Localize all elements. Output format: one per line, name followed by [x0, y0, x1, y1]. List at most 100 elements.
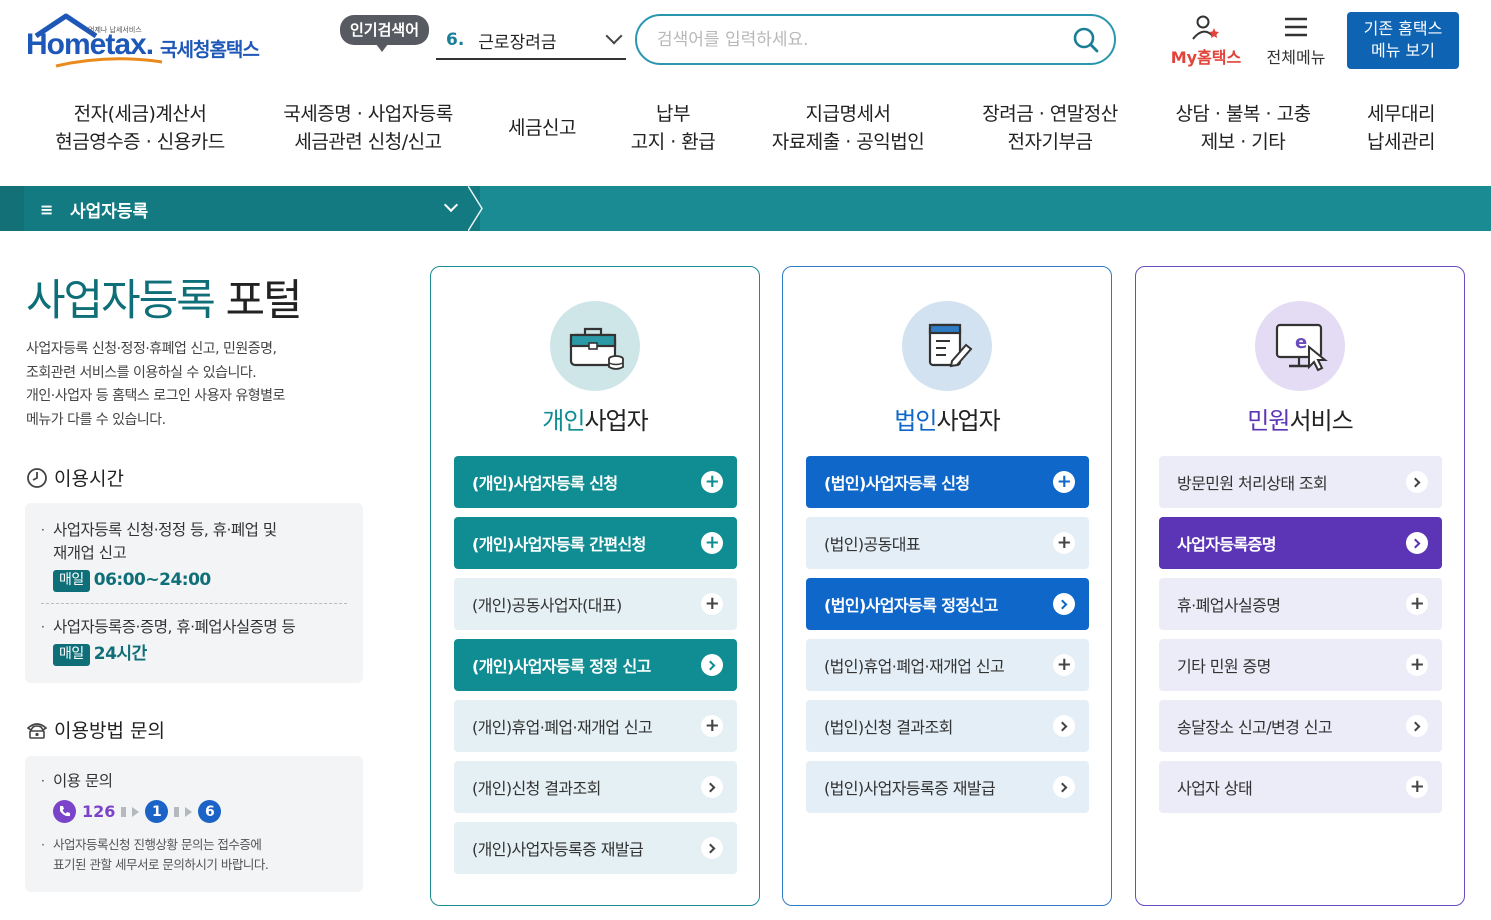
card-item-label: (법인)사업자등록 정정신고: [824, 596, 998, 615]
card-item-button[interactable]: (법인)사업자등록증 재발급: [806, 761, 1089, 813]
card-item-button[interactable]: (법인)사업자등록 신청 +: [806, 456, 1089, 508]
card-title-accent: 법인: [894, 407, 937, 435]
telephone-icon: [26, 722, 48, 739]
arrow-stem-icon: [174, 806, 180, 817]
nav-item-incentive[interactable]: 장려금 · 연말정산 전자기부금: [972, 100, 1128, 156]
hours-item-1-line1: 사업자등록 신청·정정 등, 휴·폐업 및: [53, 521, 277, 539]
chevron-right-icon: [1406, 532, 1428, 554]
old-menu-button[interactable]: 기존 홈택스 메뉴 보기: [1347, 12, 1459, 69]
note-line: 사업자등록신청 진행상황 문의는 접수증에: [53, 837, 262, 852]
logo-korean-name: 국세청홈택스: [160, 39, 260, 61]
nav-item-counsel[interactable]: 상담 · 불복 · 고충 제보 · 기타: [1164, 100, 1322, 156]
card-item-label: (개인)사업자등록 신청: [472, 474, 618, 493]
briefcase-icon: [550, 301, 640, 391]
card-item-label: 기타 민원 증명: [1177, 657, 1271, 676]
page-description: 사업자등록 신청·정정·휴폐업 신고, 민원증명, 조회관련 서비스를 이용하실…: [26, 338, 366, 432]
step-2-circle: 6: [198, 800, 222, 823]
plus-icon: +: [1053, 471, 1075, 493]
card-title: 민원서비스: [1136, 401, 1464, 436]
card-item-button[interactable]: (개인)사업자등록 간편신청 +: [454, 517, 737, 569]
all-menu-button[interactable]: 전체메뉴: [1259, 14, 1333, 68]
old-menu-line2: 메뉴 보기: [1371, 41, 1435, 60]
phone-icon: [53, 800, 76, 823]
user-star-icon: [1192, 15, 1219, 40]
card-item-label: 휴·폐업사실증명: [1177, 596, 1281, 615]
nav-item-agent[interactable]: 세무대리 납세관리: [1356, 100, 1446, 156]
chevron-right-icon: [701, 654, 723, 676]
card-item-button[interactable]: 방문민원 처리상태 조회: [1159, 456, 1442, 508]
old-menu-line1: 기존 홈택스: [1363, 19, 1443, 38]
plus-icon: +: [701, 715, 723, 737]
search-box: [635, 14, 1116, 65]
card-item-label: (법인)공동대표: [824, 535, 921, 554]
card-item-label: (개인)사업자등록 간편신청: [472, 535, 646, 554]
card-item-button[interactable]: (개인)사업자등록증 재발급: [454, 822, 737, 874]
inquiry-note: · 사업자등록신청 진행상황 문의는 접수증에 표기된 관할 세무서로 문의하시…: [41, 835, 269, 875]
card-item-button[interactable]: (개인)휴업·폐업·재개업 신고 +: [454, 700, 737, 752]
card-civil-service: e 민원서비스 방문민원 처리상태 조회 사업자등록증명 휴·폐업사실증명 + 기타 민…: [1135, 266, 1465, 906]
card-item-button[interactable]: 송달장소 신고/변경 신고: [1159, 700, 1442, 752]
card-title-accent: 개인: [542, 407, 585, 435]
card-item-button[interactable]: 휴·폐업사실증명 +: [1159, 578, 1442, 630]
card-item-label: (개인)공동사업자(대표): [472, 596, 622, 615]
chevron-right-icon: [1053, 715, 1075, 737]
page-title: 사업자등록 포털: [26, 266, 303, 328]
chevron-right-icon: [701, 776, 723, 798]
nav-item-payment[interactable]: 납부 고지 · 환급: [622, 100, 724, 156]
chevron-down-icon: [605, 27, 623, 45]
hometax-logo[interactable]: 언제나 납세서비스 Hometax. 국세청홈택스: [26, 12, 271, 70]
popular-term: 근로장려금: [478, 32, 557, 53]
inquiry-number: 126: [82, 802, 116, 821]
card-title: 법인사업자: [783, 401, 1111, 436]
hours-title: 이용시간: [54, 468, 124, 490]
card-item-button[interactable]: (개인)공동사업자(대표) +: [454, 578, 737, 630]
hours-box: · 사업자등록 신청·정정 등, 휴·폐업 및 재개업 신고 매일 06:00~2…: [25, 503, 363, 683]
all-menu-label: 전체메뉴: [1266, 48, 1326, 67]
card-item-label: 송달장소 신고/변경 신고: [1177, 718, 1333, 737]
logo-swoosh-icon: [55, 57, 163, 68]
card-item-label: (법인)휴업·폐업·재개업 신고: [824, 657, 1005, 676]
card-item-label: (법인)사업자등록 신청: [824, 474, 970, 493]
card-item-label: 사업자 상태: [1177, 779, 1253, 798]
my-hometax-label: My홈택스: [1170, 48, 1242, 67]
card-item-button[interactable]: (법인)신청 결과조회: [806, 700, 1089, 752]
plus-icon: +: [1406, 776, 1428, 798]
card-title: 개인사업자: [431, 401, 759, 436]
my-hometax-button[interactable]: My홈택스: [1166, 14, 1246, 68]
card-item-button[interactable]: (개인)신청 결과조회: [454, 761, 737, 813]
search-input[interactable]: [657, 28, 1057, 52]
plus-icon: +: [701, 532, 723, 554]
daily-badge: 매일: [53, 569, 90, 592]
nav-item-payment-statement[interactable]: 지급명세서 자료제출 · 공익법인: [764, 100, 932, 156]
card-item-button[interactable]: 사업자등록증명: [1159, 517, 1442, 569]
search-icon[interactable]: [1072, 26, 1100, 54]
computer-cursor-icon: e: [1255, 301, 1345, 391]
nav-item-tax-return[interactable]: 세금신고: [500, 114, 584, 142]
popular-search-select[interactable]: 6. 근로장려금: [436, 22, 626, 60]
card-item-button[interactable]: (법인)휴업·폐업·재개업 신고 +: [806, 639, 1089, 691]
card-item-button[interactable]: (개인)사업자등록 신청 +: [454, 456, 737, 508]
chevron-right-icon: [1053, 776, 1075, 798]
hours-item-1: · 사업자등록 신청·정정 등, 휴·폐업 및 재개업 신고 매일 06:00~2…: [41, 521, 277, 592]
nav-item-e-invoice[interactable]: 전자(세금)계산서 현금영수증 · 신용카드: [52, 100, 228, 156]
card-title-rest: 사업자: [584, 407, 648, 435]
card-item-button[interactable]: 사업자 상태 +: [1159, 761, 1442, 813]
card-item-button[interactable]: (법인)사업자등록 정정신고: [806, 578, 1089, 630]
card-item-button[interactable]: (법인)공동대표 +: [806, 517, 1089, 569]
inquiry-label: 이용 문의: [53, 772, 113, 790]
card-corporate: 법인사업자 (법인)사업자등록 신청 + (법인)공동대표 + (법인)사업자등록 정정…: [782, 266, 1112, 906]
card-item-button[interactable]: 기타 민원 증명 +: [1159, 639, 1442, 691]
card-title-accent: 민원: [1247, 407, 1290, 435]
nav-item-certificate[interactable]: 국세증명 · 사업자등록 세금관련 신청/신고: [272, 100, 464, 156]
card-item-button[interactable]: (개인)사업자등록 정정 신고: [454, 639, 737, 691]
card-item-label: 사업자등록증명: [1177, 535, 1276, 554]
inquiry-heading: 이용방법 문의: [26, 716, 165, 743]
arrow-right-icon: [132, 806, 140, 817]
chevron-right-icon: [1406, 715, 1428, 737]
desc-line: 조회관련 서비스를 이용하실 수 있습니다.: [26, 364, 257, 381]
hours-item-1-line2: 재개업 신고: [53, 544, 127, 562]
card-item-label: (개인)사업자등록증 재발급: [472, 840, 644, 859]
hours-time: 24시간: [93, 644, 147, 664]
card-item-label: (개인)사업자등록 정정 신고: [472, 657, 651, 676]
card-item-label: (법인)신청 결과조회: [824, 718, 953, 737]
